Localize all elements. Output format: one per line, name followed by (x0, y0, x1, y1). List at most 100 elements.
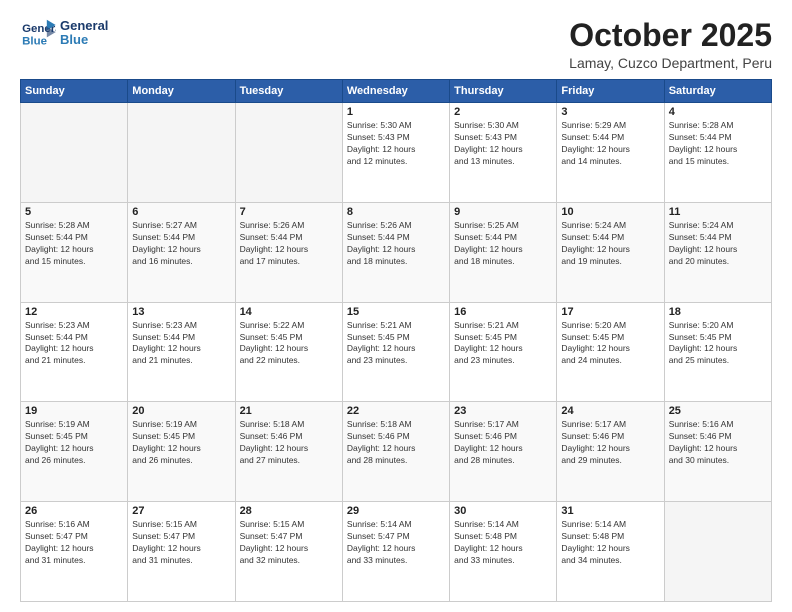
day-info: Sunrise: 5:20 AM Sunset: 5:45 PM Dayligh… (669, 320, 767, 368)
day-number: 8 (347, 206, 445, 218)
table-row: 4 Sunrise: 5:28 AM Sunset: 5:44 PM Daylig… (664, 103, 771, 203)
day-info: Sunrise: 5:21 AM Sunset: 5:45 PM Dayligh… (347, 320, 445, 368)
day-info: Sunrise: 5:15 AM Sunset: 5:47 PM Dayligh… (240, 519, 338, 567)
svg-text:Blue: Blue (22, 35, 47, 47)
table-row: 15Sunrise: 5:21 AM Sunset: 5:45 PM Dayli… (342, 302, 449, 402)
day-number: 22 (347, 405, 445, 417)
table-row (128, 103, 235, 203)
table-row: 29 Sunrise: 5:14 AM Sunset: 5:47 PM Dayli… (342, 502, 449, 602)
day-number: 19 (25, 405, 123, 417)
table-row: 8 Sunrise: 5:26 AM Sunset: 5:44 PM Daylig… (342, 202, 449, 302)
day-info: Sunrise: 5:19 AM Sunset: 5:45 PM Dayligh… (132, 419, 230, 467)
day-info: Sunrise: 5:16 AM Sunset: 5:46 PM Dayligh… (669, 419, 767, 467)
day-info: Sunrise: 5:29 AM Sunset: 5:44 PM Dayligh… (561, 120, 659, 168)
table-row: 14 Sunrise: 5:22 AM Sunset: 5:45 PM Dayli… (235, 302, 342, 402)
day-info: Sunrise: 5:28 AM Sunset: 5:44 PM Dayligh… (25, 220, 123, 268)
table-row: 10Sunrise: 5:24 AM Sunset: 5:44 PM Dayli… (557, 202, 664, 302)
table-row: 22 Sunrise: 5:18 AM Sunset: 5:46 PM Dayli… (342, 402, 449, 502)
day-number: 2 (454, 106, 552, 118)
day-info: Sunrise: 5:17 AM Sunset: 5:46 PM Dayligh… (561, 419, 659, 467)
day-number: 17 (561, 306, 659, 318)
day-number: 5 (25, 206, 123, 218)
calendar-header-row: Sunday Monday Tuesday Wednesday Thursday… (21, 80, 772, 103)
day-number: 4 (669, 106, 767, 118)
table-row: 26Sunrise: 5:16 AM Sunset: 5:47 PM Dayli… (21, 502, 128, 602)
calendar-week-row: 5 Sunrise: 5:28 AM Sunset: 5:44 PM Daylig… (21, 202, 772, 302)
table-row: 7 Sunrise: 5:26 AM Sunset: 5:44 PM Daylig… (235, 202, 342, 302)
logo-text-blue: Blue (60, 33, 108, 47)
table-row: 2 Sunrise: 5:30 AM Sunset: 5:43 PM Daylig… (450, 103, 557, 203)
table-row: 20 Sunrise: 5:19 AM Sunset: 5:45 PM Dayli… (128, 402, 235, 502)
day-info: Sunrise: 5:14 AM Sunset: 5:48 PM Dayligh… (561, 519, 659, 567)
table-row: 6Sunrise: 5:27 AM Sunset: 5:44 PM Daylig… (128, 202, 235, 302)
day-info: Sunrise: 5:14 AM Sunset: 5:48 PM Dayligh… (454, 519, 552, 567)
day-info: Sunrise: 5:28 AM Sunset: 5:44 PM Dayligh… (669, 120, 767, 168)
calendar-week-row: 1 Sunrise: 5:30 AM Sunset: 5:43 PM Daylig… (21, 103, 772, 203)
table-row: 30 Sunrise: 5:14 AM Sunset: 5:48 PM Dayli… (450, 502, 557, 602)
logo: General Blue General Blue (20, 18, 108, 48)
day-number: 11 (669, 206, 767, 218)
col-sunday: Sunday (21, 80, 128, 103)
day-info: Sunrise: 5:30 AM Sunset: 5:43 PM Dayligh… (347, 120, 445, 168)
day-info: Sunrise: 5:23 AM Sunset: 5:44 PM Dayligh… (132, 320, 230, 368)
title-block: October 2025 Lamay, Cuzco Department, Pe… (569, 18, 772, 71)
day-info: Sunrise: 5:14 AM Sunset: 5:47 PM Dayligh… (347, 519, 445, 567)
day-number: 23 (454, 405, 552, 417)
logo-text-general: General (60, 19, 108, 33)
day-number: 1 (347, 106, 445, 118)
day-number: 29 (347, 505, 445, 517)
day-number: 7 (240, 206, 338, 218)
day-info: Sunrise: 5:26 AM Sunset: 5:44 PM Dayligh… (347, 220, 445, 268)
col-saturday: Saturday (664, 80, 771, 103)
day-number: 12 (25, 306, 123, 318)
day-number: 21 (240, 405, 338, 417)
day-number: 24 (561, 405, 659, 417)
table-row: 21 Sunrise: 5:18 AM Sunset: 5:46 PM Dayli… (235, 402, 342, 502)
table-row: 3Sunrise: 5:29 AM Sunset: 5:44 PM Daylig… (557, 103, 664, 203)
day-number: 25 (669, 405, 767, 417)
day-number: 31 (561, 505, 659, 517)
day-number: 27 (132, 505, 230, 517)
day-info: Sunrise: 5:21 AM Sunset: 5:45 PM Dayligh… (454, 320, 552, 368)
table-row (235, 103, 342, 203)
day-info: Sunrise: 5:18 AM Sunset: 5:46 PM Dayligh… (240, 419, 338, 467)
month-title: October 2025 (569, 18, 772, 53)
day-number: 16 (454, 306, 552, 318)
day-number: 9 (454, 206, 552, 218)
day-info: Sunrise: 5:30 AM Sunset: 5:43 PM Dayligh… (454, 120, 552, 168)
day-number: 26 (25, 505, 123, 517)
header: General Blue General Blue October 2025 L… (20, 18, 772, 71)
table-row: 13Sunrise: 5:23 AM Sunset: 5:44 PM Dayli… (128, 302, 235, 402)
col-thursday: Thursday (450, 80, 557, 103)
day-info: Sunrise: 5:18 AM Sunset: 5:46 PM Dayligh… (347, 419, 445, 467)
table-row: 1 Sunrise: 5:30 AM Sunset: 5:43 PM Daylig… (342, 103, 449, 203)
calendar-week-row: 26Sunrise: 5:16 AM Sunset: 5:47 PM Dayli… (21, 502, 772, 602)
day-info: Sunrise: 5:19 AM Sunset: 5:45 PM Dayligh… (25, 419, 123, 467)
day-number: 28 (240, 505, 338, 517)
day-number: 6 (132, 206, 230, 218)
day-info: Sunrise: 5:24 AM Sunset: 5:44 PM Dayligh… (561, 220, 659, 268)
day-info: Sunrise: 5:17 AM Sunset: 5:46 PM Dayligh… (454, 419, 552, 467)
day-info: Sunrise: 5:15 AM Sunset: 5:47 PM Dayligh… (132, 519, 230, 567)
table-row: 18 Sunrise: 5:20 AM Sunset: 5:45 PM Dayli… (664, 302, 771, 402)
table-row (21, 103, 128, 203)
day-info: Sunrise: 5:26 AM Sunset: 5:44 PM Dayligh… (240, 220, 338, 268)
day-info: Sunrise: 5:20 AM Sunset: 5:45 PM Dayligh… (561, 320, 659, 368)
day-info: Sunrise: 5:22 AM Sunset: 5:45 PM Dayligh… (240, 320, 338, 368)
day-info: Sunrise: 5:23 AM Sunset: 5:44 PM Dayligh… (25, 320, 123, 368)
col-tuesday: Tuesday (235, 80, 342, 103)
table-row: 28 Sunrise: 5:15 AM Sunset: 5:47 PM Dayli… (235, 502, 342, 602)
table-row: 5 Sunrise: 5:28 AM Sunset: 5:44 PM Daylig… (21, 202, 128, 302)
table-row: 23 Sunrise: 5:17 AM Sunset: 5:46 PM Dayli… (450, 402, 557, 502)
table-row: 19 Sunrise: 5:19 AM Sunset: 5:45 PM Dayli… (21, 402, 128, 502)
table-row: 16 Sunrise: 5:21 AM Sunset: 5:45 PM Dayli… (450, 302, 557, 402)
calendar-week-row: 19 Sunrise: 5:19 AM Sunset: 5:45 PM Dayli… (21, 402, 772, 502)
day-number: 30 (454, 505, 552, 517)
calendar-week-row: 12 Sunrise: 5:23 AM Sunset: 5:44 PM Dayli… (21, 302, 772, 402)
table-row: 17 Sunrise: 5:20 AM Sunset: 5:45 PM Dayli… (557, 302, 664, 402)
table-row: 11Sunrise: 5:24 AM Sunset: 5:44 PM Dayli… (664, 202, 771, 302)
day-info: Sunrise: 5:25 AM Sunset: 5:44 PM Dayligh… (454, 220, 552, 268)
day-number: 14 (240, 306, 338, 318)
day-number: 20 (132, 405, 230, 417)
day-number: 18 (669, 306, 767, 318)
